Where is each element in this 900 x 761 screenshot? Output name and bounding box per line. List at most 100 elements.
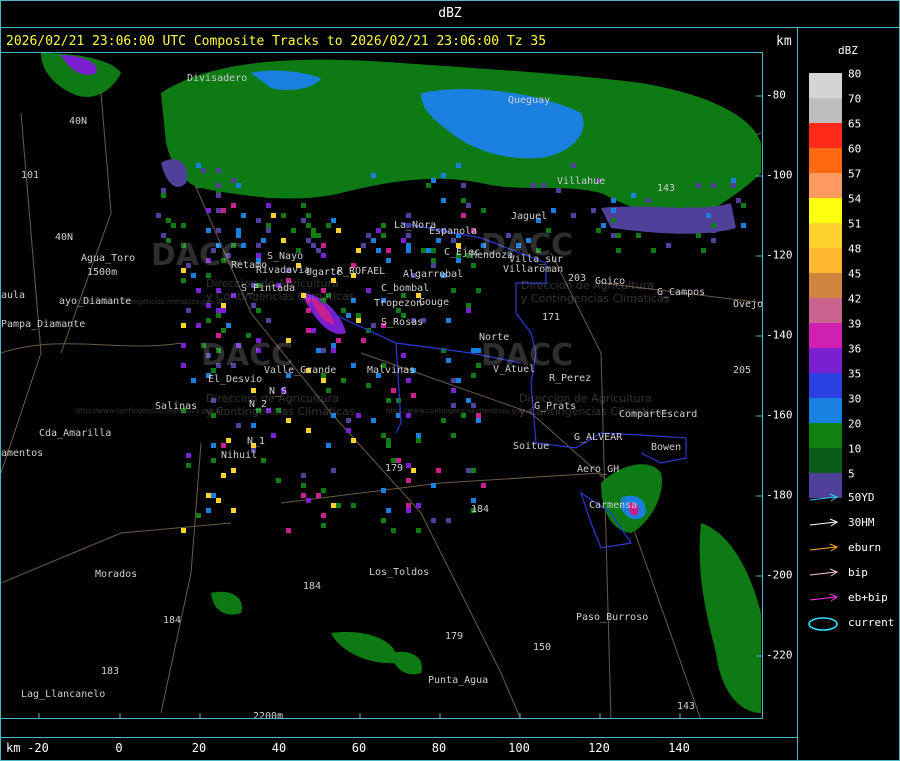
place-label: Jaguel: [511, 211, 548, 222]
radar-echo: [731, 178, 736, 183]
radar-echo: [446, 358, 451, 363]
y-tick-label: -80: [766, 88, 786, 102]
road-line: [160, 442, 202, 714]
radar-echo: [451, 388, 456, 393]
radar-echo: [321, 253, 326, 258]
radar-echo: [441, 173, 446, 178]
place-label: amentos: [1, 448, 44, 459]
radar-echo: [256, 218, 261, 223]
radar-echo: [451, 378, 456, 383]
radar-echo: [191, 273, 196, 278]
radar-echo: [406, 503, 411, 508]
radar-echo: [276, 478, 281, 483]
radar-echo: [181, 323, 186, 328]
radar-echo: [356, 313, 361, 318]
radar-echo: [471, 373, 476, 378]
radar-echo: [181, 528, 186, 533]
radar-echo: [281, 213, 286, 218]
arrow-icon: [809, 568, 839, 577]
place-label: Nihuil: [221, 450, 258, 461]
radar-echo: [611, 218, 616, 223]
radar-echo: [401, 238, 406, 243]
radar-echo: [216, 208, 221, 213]
radar-echo: [266, 318, 271, 323]
radar-echo: [646, 198, 651, 203]
radar-echo: [301, 203, 306, 208]
place-label: 40N: [69, 116, 88, 127]
place-label: Tropezon: [374, 298, 423, 309]
radar-echo: [441, 163, 446, 168]
radar-echo: [336, 338, 341, 343]
road-line: [280, 472, 602, 504]
radar-echo: [321, 348, 326, 353]
radar-echo: [361, 338, 366, 343]
radar-echo: [251, 303, 256, 308]
radar-echo: [706, 213, 711, 218]
scale-title: dBZ: [838, 44, 858, 57]
scale-swatch: [809, 198, 842, 223]
radar-echo: [181, 278, 186, 283]
radar-echo: [436, 468, 441, 473]
radar-echo: [206, 318, 211, 323]
place-label: Salinas: [155, 401, 198, 412]
scale-swatch: [809, 248, 842, 273]
radar-echo: [346, 418, 351, 423]
radar-echo: [311, 328, 316, 333]
scale-value: 30: [848, 392, 862, 406]
radar-echo: [371, 238, 376, 243]
radar-echo: [196, 513, 201, 518]
radar-echo: [441, 198, 446, 203]
x-tick-label: 0: [115, 741, 123, 755]
place-label: Los_Toldos: [369, 567, 430, 578]
radar-echo: [481, 208, 486, 213]
radar-echo: [471, 468, 476, 473]
radar-echo: [426, 248, 431, 253]
scale-swatch: [809, 273, 842, 298]
radar-echo: [326, 443, 331, 448]
place-label: G_ALVEAR: [574, 432, 623, 443]
radar-echo: [216, 168, 221, 173]
legend-label: 30HM: [848, 516, 875, 529]
radar-echo: [446, 518, 451, 523]
radar-echo: [731, 183, 736, 188]
radar-echo: [406, 243, 411, 248]
arrow-icon: [809, 493, 839, 502]
radar-echo: [346, 428, 351, 433]
radar-map[interactable]: DACC DACC DACC DACC Direccion de Agricul…: [0, 52, 763, 719]
radar-echo: [306, 238, 311, 243]
radar-echo: [291, 228, 296, 233]
place-label: CompartEscard: [619, 409, 698, 420]
radar-echo: [336, 228, 341, 233]
radar-echo: [351, 438, 356, 443]
legend-item: current: [808, 615, 896, 631]
district-boundary: [395, 342, 402, 434]
radar-echo: [256, 308, 261, 313]
place-label: ayo_Diamante: [59, 296, 132, 307]
radar-echo: [411, 393, 416, 398]
radar-echo: [471, 498, 476, 503]
radar-echo: [321, 243, 326, 248]
place-label: Cda_Amarilla: [39, 428, 112, 439]
place-label: Agua_Toro: [81, 253, 136, 264]
radar-echo: [416, 433, 421, 438]
radar-echo: [221, 208, 226, 213]
radar-echo: [471, 348, 476, 353]
radar-echo: [231, 508, 236, 513]
legend-item: eb+bip: [808, 590, 896, 606]
radar-echo: [416, 438, 421, 443]
radar-echo: [556, 188, 561, 193]
axis-divider: [0, 737, 797, 738]
scale-swatch: [809, 73, 842, 98]
radar-echo: [321, 488, 326, 493]
legend-label: current: [848, 616, 895, 629]
radar-echo: [451, 238, 456, 243]
radar-echo: [431, 258, 436, 263]
x-tick-label: -20: [27, 741, 49, 755]
radar-echo: [436, 238, 441, 243]
radar-echo: [351, 503, 356, 508]
radar-echo: [456, 378, 461, 383]
ellipse-icon: [808, 617, 838, 631]
y-tick-label: -140: [766, 328, 793, 342]
scale-swatch: [809, 123, 842, 148]
place-label: 179: [445, 631, 464, 642]
